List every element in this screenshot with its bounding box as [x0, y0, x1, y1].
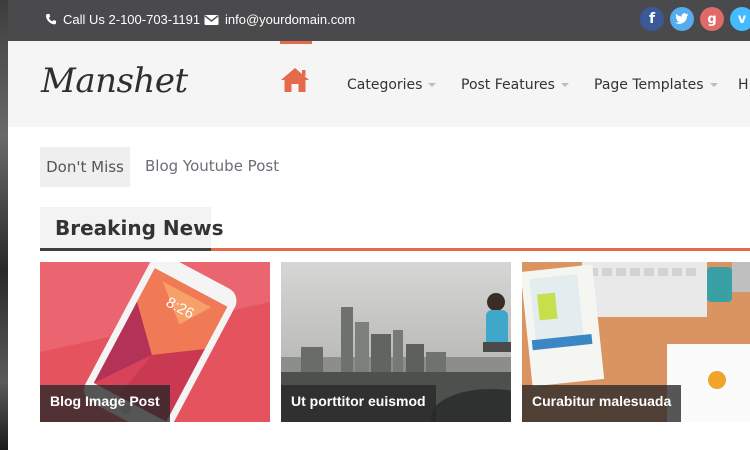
twitter-icon[interactable]: [670, 7, 694, 31]
news-card[interactable]: Ut porttitor euismod: [281, 262, 511, 422]
chevron-down-icon: [560, 83, 569, 87]
breaking-news-title: Breaking News: [55, 216, 224, 240]
dont-miss-label: Don't Miss: [40, 147, 130, 187]
news-card[interactable]: Curabitur malesuada: [522, 262, 750, 422]
phone-text: Call Us 2-100-703-1191: [63, 12, 201, 27]
nav-item-label: Page Templates: [594, 77, 704, 93]
phone-contact: Call Us 2-100-703-1191: [45, 12, 200, 27]
nav-item-label: Categories: [347, 77, 423, 93]
social-links: f g v: [640, 7, 750, 31]
site-header: Manshet Categories Post Features Page Te…: [8, 41, 750, 127]
nav-item-label: H: [738, 77, 749, 93]
news-card[interactable]: 8:26 Blog Image Post: [40, 262, 270, 422]
chevron-down-icon: [709, 83, 718, 87]
nav-item-label: Post Features: [461, 77, 555, 93]
nav-item-truncated[interactable]: H: [738, 77, 749, 93]
top-bar: Call Us 2-100-703-1191 info@yourdomain.c…: [8, 0, 750, 41]
section-underline: [40, 248, 211, 251]
site-logo[interactable]: Manshet: [41, 61, 188, 101]
vimeo-icon[interactable]: v: [730, 7, 750, 31]
card-caption[interactable]: Blog Image Post: [40, 385, 170, 422]
section-divider: [211, 248, 750, 251]
nav-active-indicator: [280, 41, 312, 44]
card-caption[interactable]: Curabitur malesuada: [522, 385, 682, 422]
dont-miss-link[interactable]: Blog Youtube Post: [145, 157, 279, 175]
google-plus-icon[interactable]: g: [700, 7, 724, 31]
page-background-edge: [0, 0, 8, 450]
facebook-icon[interactable]: f: [640, 7, 664, 31]
email-text[interactable]: info@yourdomain.com: [225, 12, 355, 27]
envelope-icon: [204, 14, 219, 25]
email-contact[interactable]: info@yourdomain.com: [204, 12, 355, 27]
card-caption[interactable]: Ut porttitor euismod: [281, 385, 436, 422]
nav-item-post-features[interactable]: Post Features: [461, 77, 569, 93]
home-icon[interactable]: [279, 67, 311, 93]
nav-item-categories[interactable]: Categories: [347, 77, 437, 93]
chevron-down-icon: [428, 83, 437, 87]
phone-icon: [45, 14, 56, 25]
nav-item-page-templates[interactable]: Page Templates: [594, 77, 718, 93]
